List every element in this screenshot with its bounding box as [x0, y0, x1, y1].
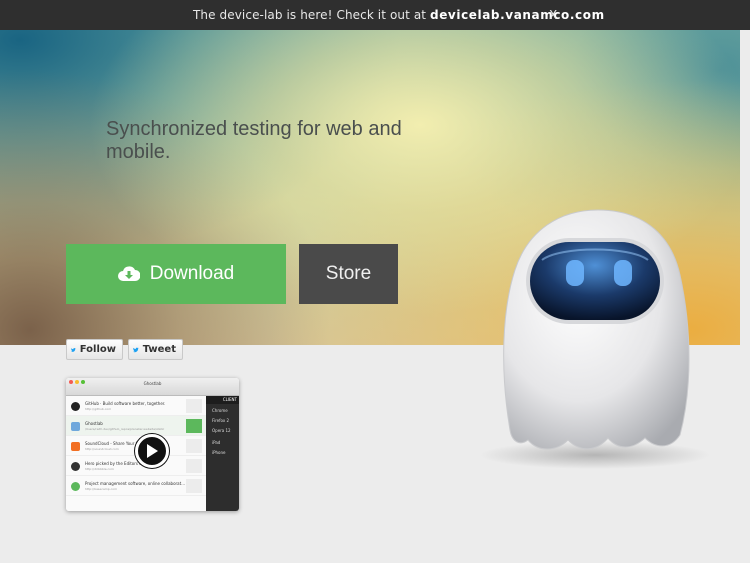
follow-label: Follow: [79, 344, 116, 355]
site-url: http://github.com: [85, 407, 112, 411]
announcement-message: The device-lab is here! Check it out at: [193, 8, 430, 22]
site-url: /Users/redh.dev/github_repos/planeter.we…: [85, 427, 165, 431]
client-sidebar-header: CLIENT: [206, 396, 239, 404]
download-button[interactable]: Download: [66, 244, 286, 304]
close-announcement-button[interactable]: X: [549, 8, 557, 22]
twitter-tweet-button[interactable]: Tweet: [128, 339, 183, 360]
announcement-text: The device-lab is here! Check it out at …: [193, 8, 605, 22]
play-site-icon: [186, 419, 202, 433]
site-title: GitHub · Build software better, together…: [85, 401, 166, 406]
play-site-icon: [186, 399, 202, 413]
download-label: Download: [149, 263, 235, 284]
client-item: iPhone: [212, 450, 226, 455]
play-video-button[interactable]: [135, 434, 169, 468]
site-url: http://basecamp.com: [85, 487, 118, 491]
store-label: Store: [325, 263, 372, 284]
site-title: Project management software, online coll…: [85, 481, 186, 486]
soundcloud-icon: [71, 442, 80, 451]
folder-icon: [71, 422, 80, 431]
site-title: Ghostlab: [85, 421, 103, 426]
play-site-icon: [186, 479, 202, 493]
cloud-download-icon: [117, 266, 140, 281]
announcement-bar: The device-lab is here! Check it out at …: [0, 0, 750, 30]
tweet-label: Tweet: [142, 344, 176, 355]
client-item: Firefox 2: [212, 418, 230, 423]
twitter-follow-button[interactable]: Follow: [66, 339, 123, 360]
store-button[interactable]: Store: [299, 244, 398, 304]
play-icon: [147, 444, 158, 458]
github-icon: [71, 402, 80, 411]
dribbble-icon: [71, 462, 80, 471]
list-item: Project management software, online coll…: [66, 476, 206, 496]
hero-headline: Synchronized testing for web and mobile.: [106, 118, 402, 163]
client-sidebar: CLIENT Chrome Firefox 2 Opera 12 iPad iP…: [206, 396, 239, 511]
twitter-bird-icon: [71, 347, 76, 352]
app-window-title: Ghostlab: [143, 381, 162, 386]
list-item: GitHub · Build software better, together…: [66, 396, 206, 416]
video-thumbnail[interactable]: Ghostlab GitHub · Build software better,…: [66, 378, 239, 511]
twitter-bird-icon: [133, 347, 139, 352]
site-url: http://dribbble.com: [85, 467, 114, 471]
client-item: iPad: [212, 440, 221, 445]
site-url: http://soundcloud.com: [85, 447, 119, 451]
devicelab-link[interactable]: devicelab.vanamco.com: [430, 8, 605, 22]
basecamp-icon: [71, 482, 80, 491]
play-site-icon: [186, 439, 202, 453]
play-site-icon: [186, 459, 202, 473]
app-window-titlebar: Ghostlab: [66, 378, 239, 396]
client-item: Chrome: [212, 408, 228, 413]
client-item: Opera 12: [212, 428, 231, 433]
ghost-mascot: [480, 209, 710, 469]
list-item: Ghostlab /Users/redh.dev/github_repos/pl…: [66, 416, 206, 436]
